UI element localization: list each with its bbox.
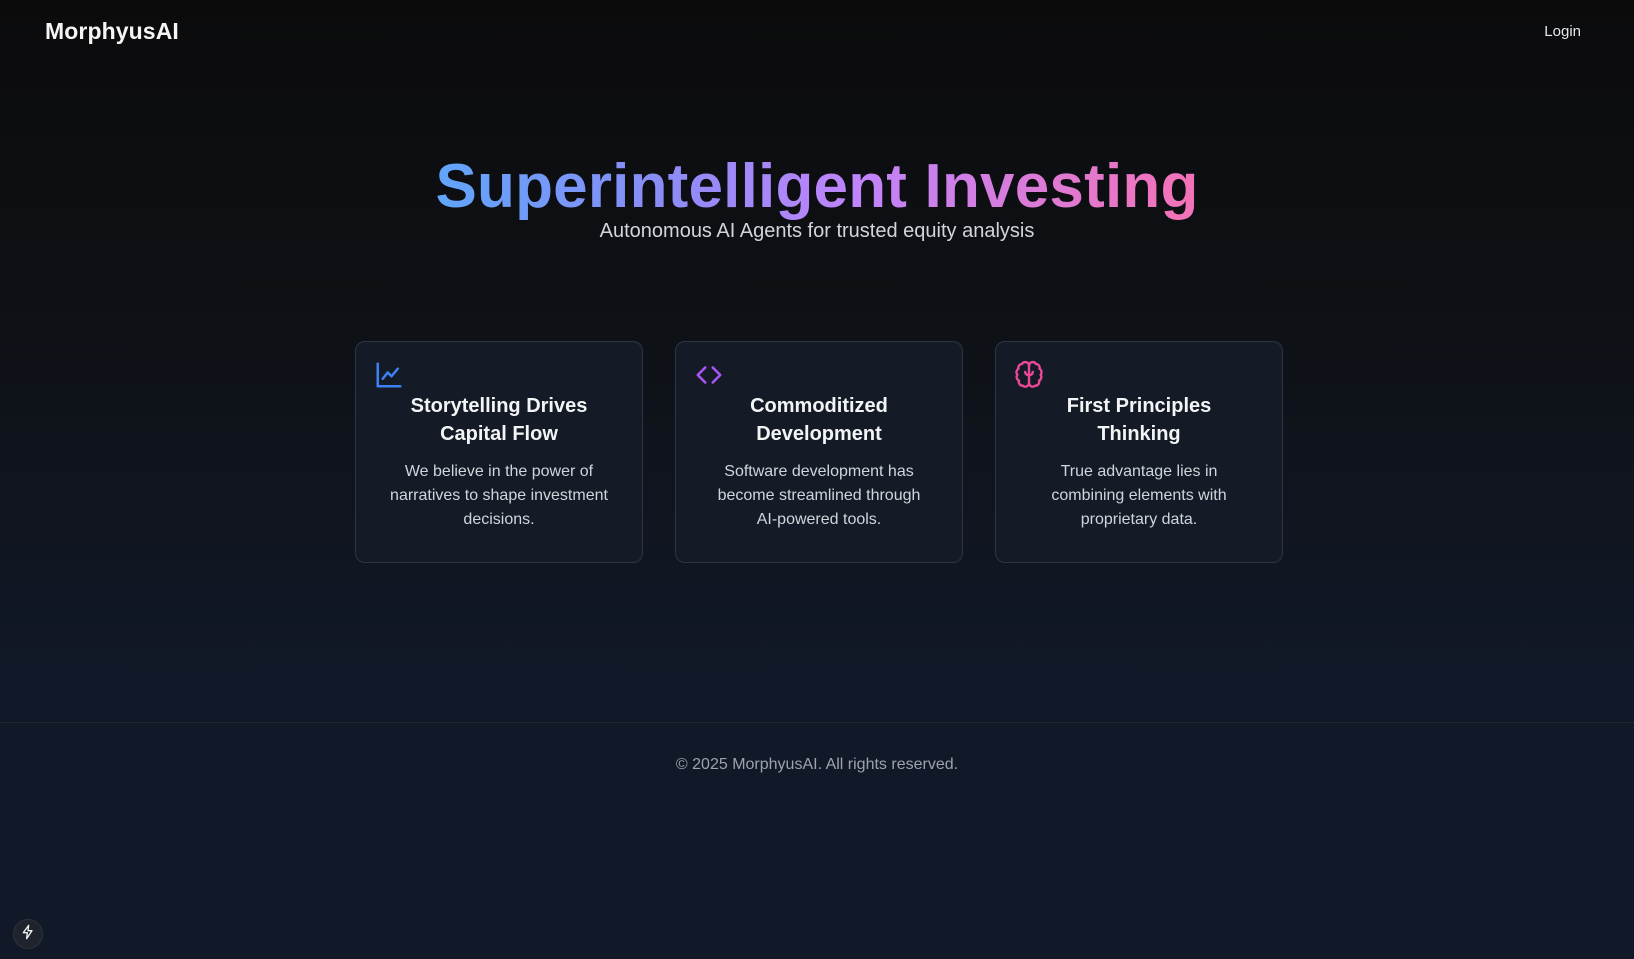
quick-action-button[interactable] [13,919,43,949]
hero-subtitle: Autonomous AI Agents for trusted equity … [599,220,1035,242]
card-title: First Principles Thinking [1066,395,1212,445]
code-icon [694,360,724,390]
card-description: We believe in the power of narratives to… [390,463,608,528]
brain-icon [1014,360,1044,390]
line-chart-icon [374,360,404,390]
login-link[interactable]: Login [1532,17,1593,46]
card-title: Storytelling Drives Capital Flow [410,395,588,445]
feature-card-development: Commoditized Development Software develo… [675,341,963,563]
hero-title: Superintelligent Investing [435,150,1198,224]
lightning-bolt-icon [20,924,36,945]
top-navigation: MorphyusAI Login [0,0,1634,62]
card-description: True advantage lies in combining element… [1051,463,1227,528]
copyright-text: © 2025 MorphyusAI. All rights reserved. [675,756,959,773]
feature-cards: Storytelling Drives Capital Flow We beli… [355,341,1283,563]
card-title: Commoditized Development [750,395,888,445]
feature-card-storytelling: Storytelling Drives Capital Flow We beli… [355,341,643,563]
hero-section: Superintelligent Investing Autonomous AI… [0,150,1634,243]
brand-logo[interactable]: MorphyusAI [45,18,179,45]
card-description: Software development has become streamli… [717,463,921,528]
footer: © 2025 MorphyusAI. All rights reserved. [0,722,1634,774]
feature-card-first-principles: First Principles Thinking True advantage… [995,341,1283,563]
